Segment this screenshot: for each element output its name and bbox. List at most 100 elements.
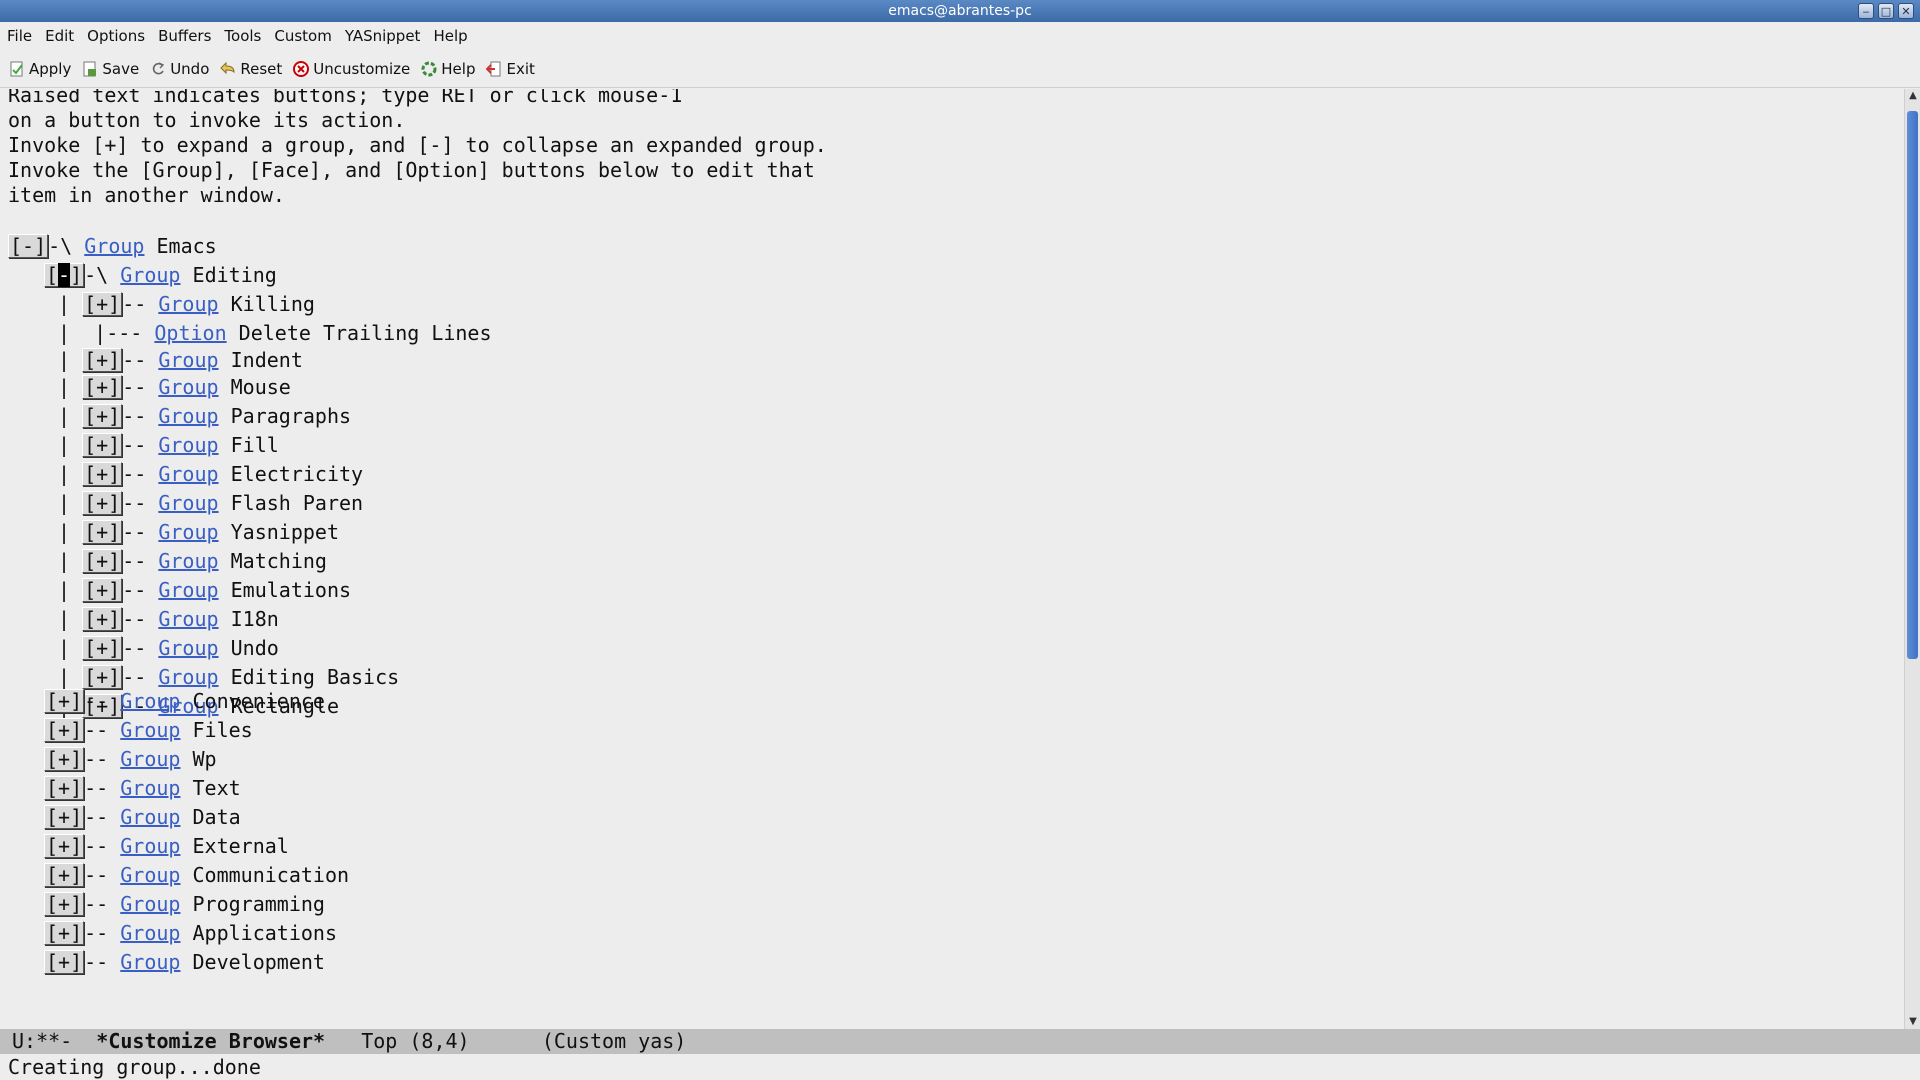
tree-group-row: [+] -- Group Applications	[44, 921, 338, 945]
group-link[interactable]: Group	[120, 718, 180, 742]
group-link[interactable]: Group	[158, 549, 218, 573]
menu-tools[interactable]: Tools	[224, 27, 261, 45]
expand-button[interactable]: [+]	[82, 665, 123, 689]
expand-button[interactable]: [+]	[82, 462, 123, 486]
text-cursor: -	[58, 263, 71, 287]
menu-edit[interactable]: Edit	[45, 27, 74, 45]
group-link[interactable]: Group	[120, 805, 180, 829]
maximize-icon[interactable]: □	[1878, 3, 1894, 19]
group-name: Development	[192, 950, 325, 974]
save-button[interactable]: Save	[81, 60, 139, 78]
group-name: Emacs	[156, 234, 217, 258]
group-link[interactable]: Group	[158, 520, 218, 544]
tree-group-row: | [+] -- Group Mouse	[58, 375, 291, 399]
minimize-icon[interactable]: ‒	[1858, 3, 1874, 19]
group-link[interactable]: Group	[158, 433, 218, 457]
group-name: Files	[192, 718, 253, 742]
vertical-scrollbar[interactable]: ▲ ▼	[1904, 89, 1920, 1029]
expand-button[interactable]: [+]	[82, 404, 123, 428]
expand-button[interactable]: [+]	[82, 636, 123, 660]
group-link[interactable]: Group	[158, 607, 218, 631]
reset-label: Reset	[240, 59, 283, 78]
expand-button[interactable]: [+]	[44, 950, 85, 974]
exit-button[interactable]: Exit	[485, 59, 535, 78]
menu-yasnippet[interactable]: YASnippet	[345, 27, 421, 45]
exit-label: Exit	[506, 59, 535, 78]
group-link[interactable]: Group	[158, 578, 218, 602]
group-link[interactable]: Group	[158, 292, 218, 316]
save-label: Save	[102, 59, 140, 78]
expand-button[interactable]: [+]	[82, 549, 123, 573]
expand-button[interactable]: [+]	[82, 433, 123, 457]
expand-button[interactable]: [+]	[82, 520, 123, 544]
group-link[interactable]: Group	[120, 863, 180, 887]
expand-button[interactable]: [+]	[82, 607, 123, 631]
tree-group-row: | [+] -- Group Flash Paren	[58, 491, 364, 515]
collapse-button[interactable]: [-]	[44, 263, 85, 287]
window-title-bar: emacs@abrantes-pc ‒ □ ✕	[0, 0, 1920, 22]
apply-button[interactable]: Apply	[8, 60, 71, 78]
expand-button[interactable]: [+]	[44, 776, 85, 800]
reset-button[interactable]: Reset	[219, 60, 282, 78]
tree-group-row: [+] -- Group External	[44, 834, 289, 858]
expand-button[interactable]: [+]	[44, 834, 85, 858]
expand-button[interactable]: [+]	[44, 892, 85, 916]
customize-buffer[interactable]: Raised text indicates buttons; type RET …	[0, 89, 1904, 1029]
uncustomize-label: Uncustomize	[313, 59, 411, 78]
scroll-down-icon[interactable]: ▼	[1905, 1015, 1920, 1029]
group-link[interactable]: Group	[120, 747, 180, 771]
tree-group-row: [+] -- Group Text	[44, 776, 241, 800]
group-name: Yasnippet	[230, 520, 339, 544]
close-icon[interactable]: ✕	[1898, 3, 1914, 19]
group-link[interactable]: Group	[120, 892, 180, 916]
expand-button[interactable]: [+]	[82, 578, 123, 602]
group-link[interactable]: Group	[120, 689, 180, 713]
group-name: External	[192, 834, 289, 858]
option-link[interactable]: Option	[154, 321, 226, 345]
group-link[interactable]: Group	[120, 834, 180, 858]
undo-button[interactable]: Undo	[149, 60, 209, 78]
group-link[interactable]: Group	[158, 462, 218, 486]
group-link[interactable]: Group	[120, 263, 180, 287]
window-controls: ‒ □ ✕	[1858, 3, 1914, 19]
menu-buffers[interactable]: Buffers	[158, 27, 211, 45]
group-link[interactable]: Group	[158, 491, 218, 515]
help-button[interactable]: Help	[420, 60, 475, 78]
scrollbar-thumb[interactable]	[1907, 111, 1918, 659]
expand-button[interactable]: [+]	[44, 863, 85, 887]
expand-button[interactable]: [+]	[44, 689, 85, 713]
expand-button[interactable]: [+]	[82, 292, 123, 316]
scroll-up-icon[interactable]: ▲	[1905, 89, 1920, 103]
group-link[interactable]: Group	[158, 665, 218, 689]
group-link[interactable]: Group	[158, 636, 218, 660]
expand-button[interactable]: [+]	[44, 805, 85, 829]
group-link[interactable]: Group	[120, 921, 180, 945]
group-link[interactable]: Group	[158, 375, 218, 399]
expand-button[interactable]: [+]	[44, 718, 85, 742]
tree-group-row: | [+] -- Group Matching	[58, 549, 327, 573]
expand-button[interactable]: [+]	[82, 348, 123, 372]
collapse-button[interactable]: [-]	[8, 234, 49, 258]
tree-group-row: | [+] -- Group Paragraphs	[58, 404, 352, 428]
menu-options[interactable]: Options	[87, 27, 145, 45]
group-link[interactable]: Group	[120, 776, 180, 800]
uncustomize-button[interactable]: Uncustomize	[292, 60, 410, 78]
group-link[interactable]: Group	[158, 404, 218, 428]
group-link[interactable]: Group	[120, 950, 180, 974]
expand-button[interactable]: [+]	[44, 921, 85, 945]
expand-button[interactable]: [+]	[82, 375, 123, 399]
group-name: Programming	[192, 892, 325, 916]
group-link[interactable]: Group	[84, 234, 144, 258]
tree-editing: [-] -\ Group Editing	[44, 263, 277, 287]
group-name: Paragraphs	[230, 404, 352, 428]
group-link[interactable]: Group	[158, 348, 218, 372]
tree-group-row: [+] -- Group Wp	[44, 747, 217, 771]
expand-button[interactable]: [+]	[44, 747, 85, 771]
tree-group-row: | [+] -- Group Indent	[58, 348, 303, 372]
menu-custom[interactable]: Custom	[274, 27, 331, 45]
menu-file[interactable]: File	[7, 27, 32, 45]
group-name: Text	[192, 776, 241, 800]
menu-help[interactable]: Help	[433, 27, 467, 45]
expand-button[interactable]: [+]	[82, 491, 123, 515]
tree-group-row: | [+] -- Group Killing	[58, 292, 315, 316]
